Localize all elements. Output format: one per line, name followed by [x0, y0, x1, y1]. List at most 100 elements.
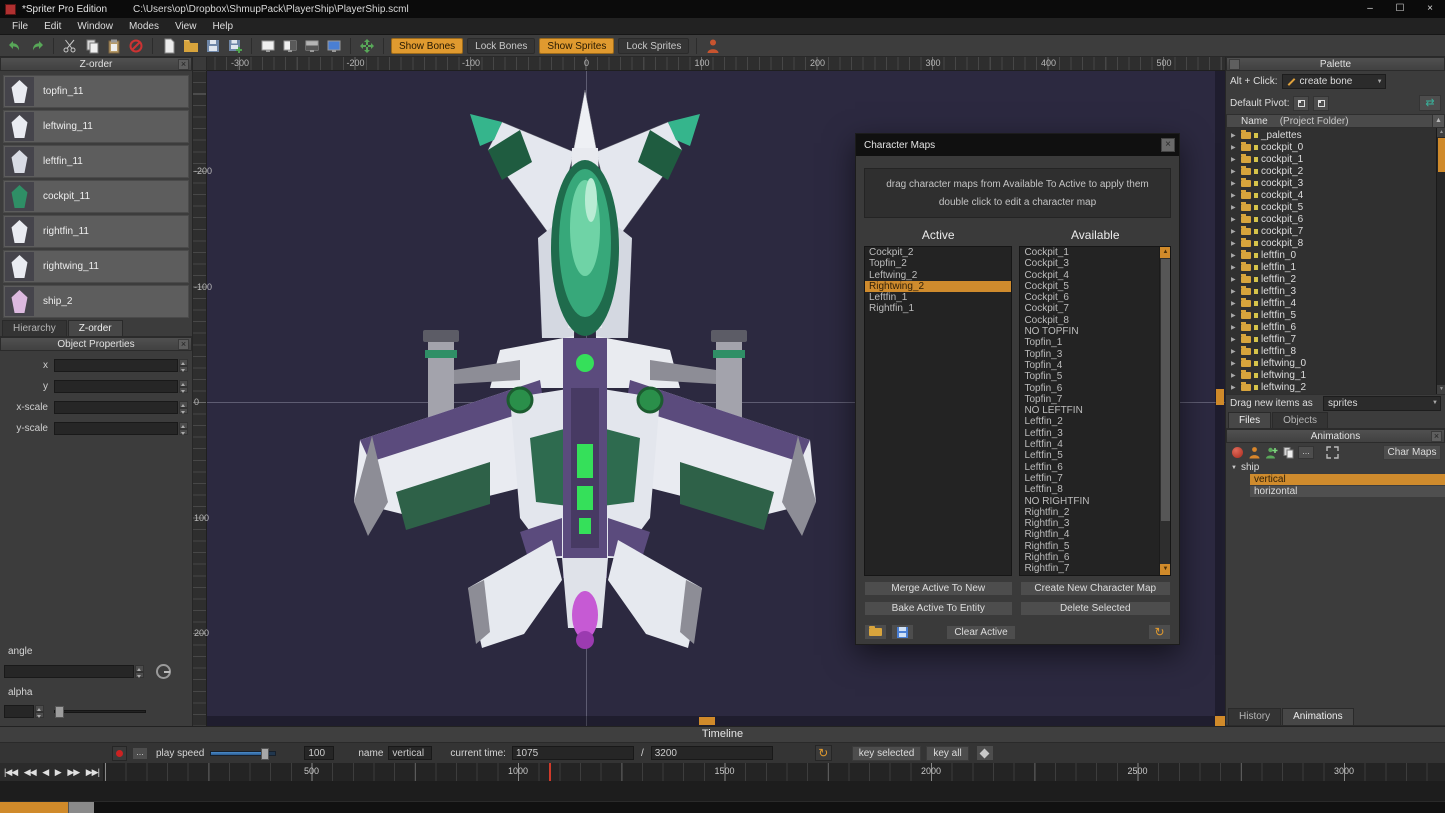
scrollbar-range[interactable]	[0, 802, 68, 813]
character-map-item[interactable]: Cockpit_7	[1020, 303, 1159, 314]
sort-arrow-icon[interactable]	[1432, 115, 1444, 127]
character-map-item[interactable]: Rightfin_6	[1020, 552, 1159, 563]
expand-arrow-icon[interactable]	[1231, 216, 1238, 223]
left-panel-tab[interactable]: Z-order	[68, 320, 123, 336]
delete-selected-button[interactable]: Delete Selected	[1020, 601, 1171, 616]
tree-item[interactable]: leftfin_2	[1228, 273, 1435, 285]
character-map-item[interactable]: NO LEFTFIN	[1020, 405, 1159, 416]
timeline-ruler[interactable]: 50010001500200025003000	[104, 763, 1445, 781]
tree-item[interactable]: leftwing_1	[1228, 369, 1435, 381]
expand-arrow-icon[interactable]	[1231, 132, 1238, 139]
record-keyframe-button[interactable]	[112, 746, 127, 761]
entity-row[interactable]: ship	[1226, 461, 1445, 474]
character-map-item[interactable]: Cockpit_2	[865, 247, 1011, 258]
character-maps-dialog[interactable]: Character Maps drag character maps from …	[855, 133, 1180, 645]
expand-arrow-icon[interactable]	[1231, 324, 1238, 331]
timeline-tracks[interactable]	[0, 781, 1445, 813]
open-folder-icon[interactable]	[182, 37, 200, 55]
canvas-viewport[interactable]: Character Maps drag character maps from …	[207, 71, 1225, 726]
key-all-button[interactable]: key all	[926, 746, 968, 761]
tree-item[interactable]: cockpit_8	[1228, 237, 1435, 249]
palette-tab[interactable]: Objects	[1272, 412, 1328, 428]
animation-length-input[interactable]	[651, 746, 773, 760]
save-icon[interactable]	[204, 37, 222, 55]
spinner[interactable]	[179, 359, 188, 372]
property-input[interactable]	[54, 401, 178, 414]
character-map-item[interactable]: Leftfin_6	[1020, 462, 1159, 473]
lock-bones-toggle[interactable]: Lock Bones	[467, 38, 535, 54]
refresh-button[interactable]	[1148, 624, 1171, 640]
tree-item[interactable]: cockpit_6	[1228, 213, 1435, 225]
load-map-button[interactable]	[864, 624, 887, 640]
transport-button[interactable]: |◀◀	[4, 767, 17, 778]
character-map-item[interactable]: Topfin_5	[1020, 371, 1159, 382]
file-tree-header[interactable]: Name (Project Folder)	[1226, 114, 1445, 128]
expand-arrow-icon[interactable]	[1231, 300, 1238, 307]
character-map-item[interactable]: Topfin_1	[1020, 337, 1159, 348]
pivot-preset-1-button[interactable]	[1293, 96, 1309, 111]
scrollbar-thumb[interactable]	[1216, 389, 1224, 405]
z-order-item[interactable]: leftwing_11	[3, 110, 189, 143]
tree-item[interactable]: cockpit_3	[1228, 177, 1435, 189]
pivot-preset-2-button[interactable]	[1313, 96, 1329, 111]
tree-item[interactable]: leftfin_5	[1228, 309, 1435, 321]
canvas-vertical-scrollbar[interactable]	[1215, 71, 1225, 716]
transport-button[interactable]: ◀◀	[24, 767, 36, 778]
character-map-item[interactable]: Topfin_3	[1020, 349, 1159, 360]
expand-arrow-icon[interactable]	[1231, 228, 1238, 235]
available-list-scrollbar[interactable]	[1159, 247, 1170, 575]
transport-button[interactable]: ▶	[55, 767, 61, 778]
alpha-spinner[interactable]	[35, 705, 44, 718]
z-order-item[interactable]: leftfin_11	[3, 145, 189, 178]
animation-item[interactable]: vertical	[1250, 474, 1445, 485]
character-map-item[interactable]: Leftwing_2	[865, 270, 1011, 281]
expand-arrow-icon[interactable]	[1231, 252, 1238, 259]
create-new-map-button[interactable]: Create New Character Map	[1020, 581, 1171, 596]
copy-icon[interactable]	[83, 37, 101, 55]
scroll-down-icon[interactable]	[1437, 385, 1445, 394]
save-map-button[interactable]	[891, 624, 914, 640]
character-map-item[interactable]: NO RIGHTFIN	[1020, 496, 1159, 507]
maximize-button[interactable]: ☐	[1385, 0, 1415, 18]
lock-sprites-toggle[interactable]: Lock Sprites	[618, 38, 689, 54]
tree-item[interactable]: _palettes	[1228, 129, 1435, 141]
slider-handle[interactable]	[261, 748, 269, 760]
expand-arrow-icon[interactable]	[1231, 276, 1238, 283]
ship-sprite[interactable]	[350, 88, 820, 658]
right-panel-tab[interactable]: Animations	[1282, 708, 1353, 725]
transport-button[interactable]: ▶▶	[67, 767, 79, 778]
new-entity-icon[interactable]	[1247, 445, 1261, 459]
spinner[interactable]	[179, 422, 188, 435]
character-map-item[interactable]: Rightwing_2	[865, 281, 1011, 292]
expand-arrow-icon[interactable]	[1231, 264, 1238, 271]
tree-item[interactable]: leftfin_6	[1228, 321, 1435, 333]
character-map-item[interactable]: Leftfin_2	[1020, 416, 1159, 427]
character-map-item[interactable]: Rightfin_5	[1020, 541, 1159, 552]
show-bones-toggle[interactable]: Show Bones	[391, 38, 463, 54]
redo-icon[interactable]	[28, 37, 46, 55]
transport-button[interactable]: ▶▶|	[86, 767, 99, 778]
character-map-item[interactable]: Rightfin_4	[1020, 529, 1159, 540]
expand-arrow-icon[interactable]	[1231, 288, 1238, 295]
tree-item[interactable]: leftfin_4	[1228, 297, 1435, 309]
loop-button[interactable]	[815, 745, 832, 761]
fit-animation-icon[interactable]	[1325, 445, 1339, 459]
expand-arrow-icon[interactable]	[1231, 360, 1238, 367]
bg-gradient-icon[interactable]	[303, 37, 321, 55]
new-file-icon[interactable]	[160, 37, 178, 55]
zoom-fit-icon[interactable]	[358, 37, 376, 55]
char-maps-button[interactable]: Char Maps	[1383, 445, 1441, 460]
sync-button[interactable]	[1419, 95, 1441, 111]
expand-arrow-icon[interactable]	[1231, 144, 1238, 151]
close-panel-icon[interactable]	[1431, 431, 1442, 442]
tree-item[interactable]: cockpit_0	[1228, 141, 1435, 153]
tree-item[interactable]: cockpit_2	[1228, 165, 1435, 177]
expand-arrow-icon[interactable]	[1231, 180, 1238, 187]
close-button[interactable]: ×	[1415, 0, 1445, 18]
key-selected-button[interactable]: key selected	[852, 746, 922, 761]
angle-spinner[interactable]	[135, 665, 144, 678]
available-list[interactable]: Cockpit_1Cockpit_3Cockpit_4Cockpit_5Cock…	[1019, 246, 1171, 576]
character-map-item[interactable]: Leftfin_3	[1020, 428, 1159, 439]
character-map-item[interactable]: Leftfin_8	[1020, 484, 1159, 495]
menu-item[interactable]: File	[4, 20, 36, 33]
